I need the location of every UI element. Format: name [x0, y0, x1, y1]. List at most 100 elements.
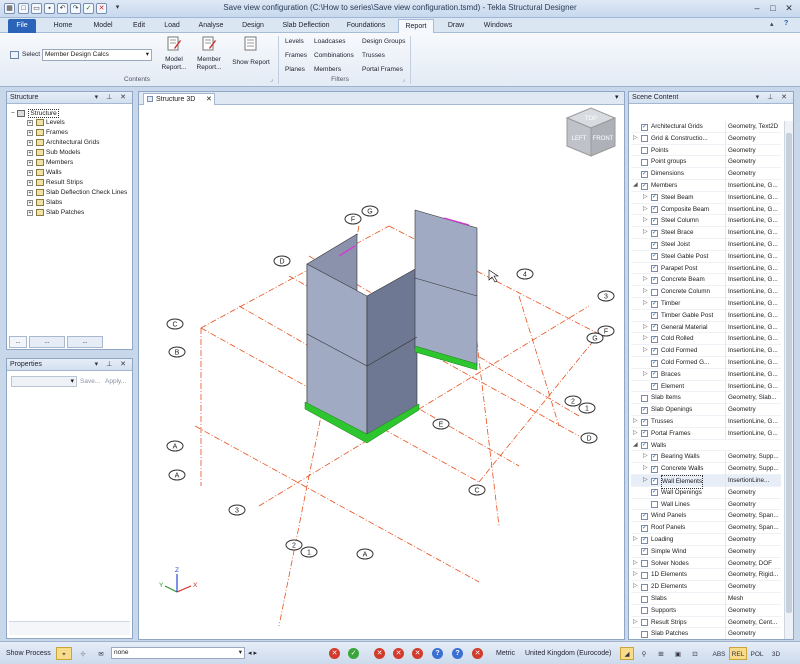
- visibility-checkbox[interactable]: [641, 595, 648, 603]
- visibility-checkbox[interactable]: [641, 607, 648, 615]
- collapse-arrow-icon[interactable]: ◢: [633, 180, 638, 192]
- grid-bubble[interactable]: D: [580, 432, 598, 444]
- filter-icon[interactable]: ⚲: [637, 647, 651, 660]
- structure-tab-3[interactable]: ...: [67, 336, 103, 348]
- scene-row[interactable]: ✓ Architectural Grids Geometry, Text2D: [631, 121, 781, 133]
- tab-edit[interactable]: Edit: [126, 19, 152, 33]
- mail-icon[interactable]: ✉: [93, 647, 109, 660]
- visibility-checkbox[interactable]: ✓: [651, 359, 658, 367]
- visibility-checkbox[interactable]: ✓: [651, 335, 658, 343]
- grid-bubble[interactable]: 2: [564, 395, 582, 407]
- grid-bubble[interactable]: 4: [516, 268, 534, 280]
- visibility-checkbox[interactable]: ✓: [651, 347, 658, 355]
- view-cube[interactable]: TOP LEFT FRONT: [565, 107, 617, 157]
- scene-row[interactable]: ▷ 2D Elements Geometry: [631, 581, 781, 593]
- tab-windows[interactable]: Windows: [478, 19, 518, 33]
- expand-arrow-icon[interactable]: ▷: [633, 416, 638, 428]
- visibility-checkbox[interactable]: ✓: [651, 194, 658, 202]
- visibility-checkbox[interactable]: ✓: [651, 276, 658, 284]
- grid-bubble[interactable]: A: [356, 548, 374, 560]
- grid-bubble[interactable]: G: [361, 205, 379, 217]
- select-mode-icon[interactable]: ⌖: [56, 647, 72, 660]
- tree-item-frames[interactable]: + Frames: [27, 129, 68, 137]
- scene-row[interactable]: ▷ ✓ Cold Rolled InsertionLine, G...: [631, 333, 781, 346]
- visibility-checkbox[interactable]: [641, 147, 648, 155]
- error-icon[interactable]: ✕: [374, 648, 385, 659]
- save-button[interactable]: Save...: [80, 378, 100, 385]
- filters-dialog-launcher-icon[interactable]: ⌟: [402, 76, 405, 83]
- visibility-checkbox[interactable]: ✓: [651, 265, 658, 273]
- expand-arrow-icon[interactable]: ▷: [643, 322, 648, 334]
- expand-arrow-icon[interactable]: ▷: [643, 369, 648, 381]
- scene-row[interactable]: Slab Patches Geometry: [631, 628, 781, 639]
- expand-icon[interactable]: +: [27, 209, 33, 216]
- wall-panel[interactable]: [414, 209, 478, 367]
- tree-item-walls[interactable]: + Walls: [27, 169, 62, 177]
- scene-row[interactable]: ✓ Steel Joist InsertionLine, G...: [631, 239, 781, 251]
- expand-arrow-icon[interactable]: ▷: [643, 274, 648, 286]
- error-icon[interactable]: ✕: [329, 648, 340, 659]
- grid-bubble[interactable]: B: [139, 106, 142, 108]
- grid-bubble[interactable]: 2: [285, 539, 303, 551]
- scene-row[interactable]: ✓ Wall Openings Geometry: [631, 486, 781, 499]
- visibility-checkbox[interactable]: ✓: [641, 418, 648, 426]
- visibility-checkbox[interactable]: ✓: [651, 241, 658, 249]
- scene-row[interactable]: ◢ ✓ Walls: [631, 440, 781, 452]
- error-icon[interactable]: ✕: [472, 648, 483, 659]
- visibility-checkbox[interactable]: ✓: [651, 465, 658, 473]
- expand-arrow-icon[interactable]: ▷: [633, 569, 638, 581]
- toggle-3d[interactable]: 3D: [768, 647, 784, 660]
- expand-arrow-icon[interactable]: ▷: [633, 133, 638, 145]
- scene-scrollbar-thumb[interactable]: [786, 133, 792, 613]
- member-report-button[interactable]: Member Report...: [192, 56, 226, 72]
- scene-row[interactable]: ▷ ✓ Trusses InsertionLine, G...: [631, 416, 781, 428]
- scene-row[interactable]: ▷ ✓ Wall Elements InsertionLine...: [631, 475, 781, 489]
- filter-design-groups[interactable]: Design Groups: [362, 38, 405, 45]
- filter-frames[interactable]: Frames: [285, 52, 307, 59]
- tab-analyse[interactable]: Analyse: [194, 19, 228, 33]
- grid-bubble[interactable]: 1: [578, 402, 596, 414]
- scene-row[interactable]: ▷ ✓ Steel Column InsertionLine, G...: [631, 215, 781, 228]
- scene-row[interactable]: ✓ Cold Formed G... InsertionLine, G...: [631, 357, 781, 369]
- expand-arrow-icon[interactable]: ▷: [643, 451, 648, 463]
- scene-row[interactable]: ▷ ✓ Concrete Walls Geometry, Supp...: [631, 463, 781, 475]
- visibility-checkbox[interactable]: ✓: [641, 548, 648, 556]
- scene-row[interactable]: ✓ Timber Gable Post InsertionLine, G...: [631, 309, 781, 322]
- expand-arrow-icon[interactable]: ▷: [643, 215, 648, 227]
- grid-bubble[interactable]: A: [168, 469, 186, 481]
- scene-row[interactable]: ▷ ✓ Steel Beam InsertionLine, G...: [631, 191, 781, 204]
- visibility-checkbox[interactable]: ✓: [641, 182, 648, 190]
- help-icon[interactable]: ?: [784, 20, 788, 27]
- toggle-pol[interactable]: POL: [748, 647, 766, 660]
- grid-bubble[interactable]: D: [273, 255, 291, 267]
- scene-row[interactable]: Supports Geometry: [631, 604, 781, 617]
- error-icon[interactable]: ✕: [412, 648, 423, 659]
- tab-file[interactable]: File: [8, 19, 36, 33]
- pick-icon[interactable]: ⊹: [75, 647, 91, 660]
- expand-icon[interactable]: +: [27, 149, 33, 156]
- tab-design[interactable]: Design: [236, 19, 270, 33]
- scene-row[interactable]: ▷ Solver Nodes Geometry, DOF: [631, 557, 781, 570]
- visibility-checkbox[interactable]: ✓: [651, 206, 658, 214]
- expand-arrow-icon[interactable]: ▷: [643, 345, 648, 357]
- scene-row[interactable]: ✓ Steel Gable Post InsertionLine, G...: [631, 250, 781, 263]
- visibility-checkbox[interactable]: ✓: [651, 453, 658, 461]
- expand-icon[interactable]: +: [27, 159, 33, 166]
- filter-loadcases[interactable]: Loadcases: [314, 38, 345, 45]
- tree-item-slab-patches[interactable]: + Slab Patches: [27, 209, 84, 217]
- structure-tab-2[interactable]: ...: [29, 336, 65, 348]
- collapse-arrow-icon[interactable]: ◢: [633, 440, 638, 452]
- ok-icon[interactable]: ✓: [348, 648, 359, 659]
- scene-row[interactable]: ▷ ✓ Steel Brace InsertionLine, G...: [631, 227, 781, 239]
- tree-item-slab-deflection-check-lines[interactable]: + Slab Deflection Check Lines: [27, 189, 127, 197]
- visibility-checkbox[interactable]: ✓: [641, 524, 648, 532]
- expand-arrow-icon[interactable]: ▷: [643, 204, 648, 216]
- expand-arrow-icon[interactable]: ▷: [643, 333, 648, 345]
- scene-row[interactable]: ✓ Slab Openings Geometry: [631, 404, 781, 416]
- grid-bubble[interactable]: C: [166, 318, 184, 330]
- visibility-checkbox[interactable]: [641, 394, 648, 402]
- visibility-checkbox[interactable]: ✓: [641, 170, 648, 178]
- scene-row[interactable]: ▷ ✓ Loading Geometry: [631, 534, 781, 546]
- grid-bubble[interactable]: 1: [300, 546, 318, 558]
- visibility-checkbox[interactable]: [641, 158, 648, 166]
